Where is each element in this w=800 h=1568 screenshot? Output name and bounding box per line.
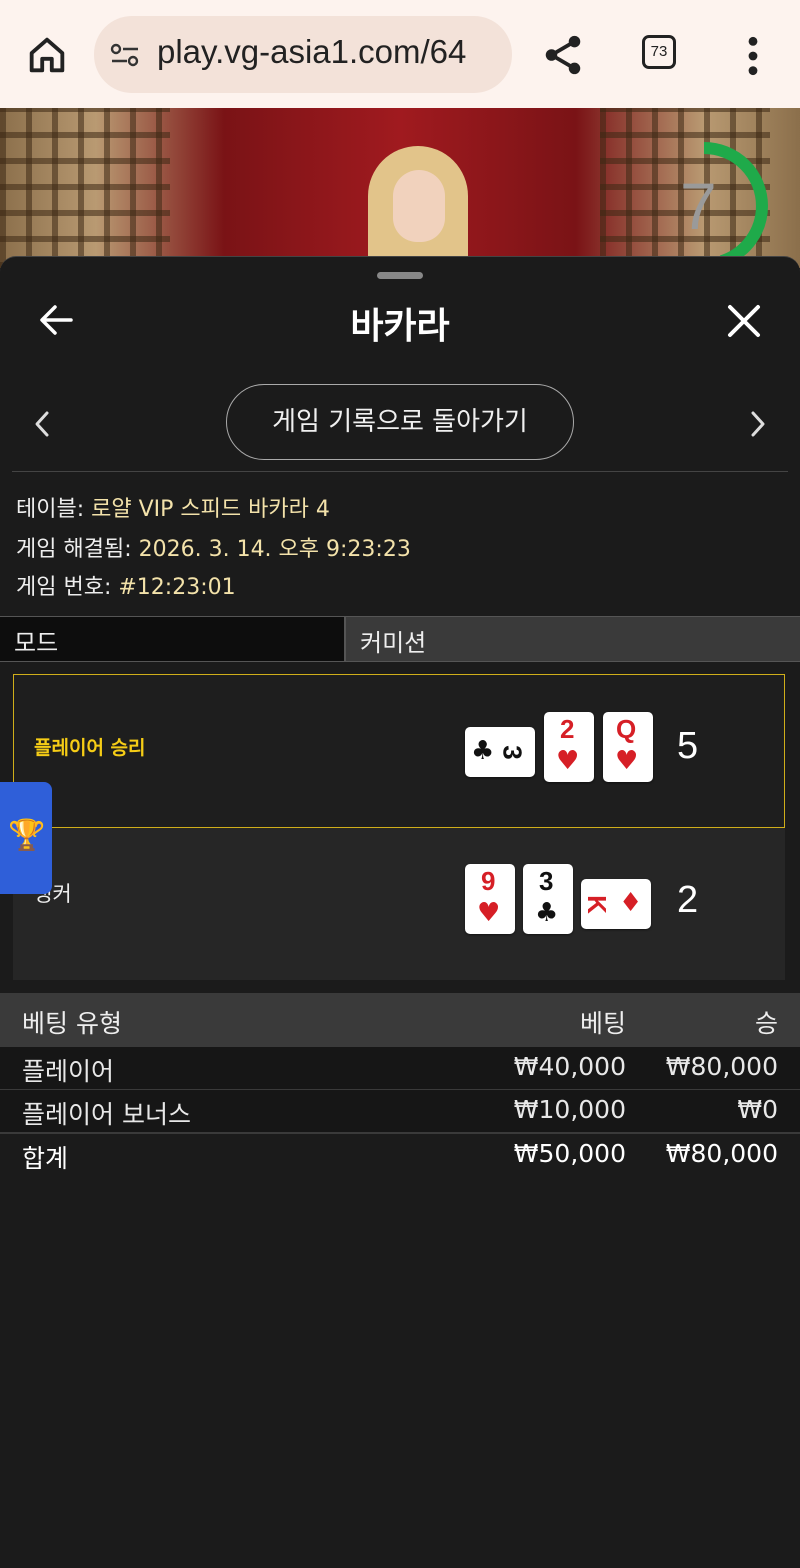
resolved-label: 게임 해결됨: <box>16 537 132 562</box>
drag-handle[interactable] <box>377 272 423 279</box>
game-number-info: 게임 번호: #12:23:01 <box>16 569 236 601</box>
return-to-history-button[interactable]: 게임 기록으로 돌아가기 <box>226 384 574 460</box>
total-win: ₩80,000 <box>665 1139 778 1168</box>
lattice-decoration-left <box>0 108 170 268</box>
player-win-label: 플레이어 승리 <box>34 737 146 759</box>
trophy-icon: 🏆 <box>8 818 46 853</box>
mode-value: 커미션 <box>360 629 427 657</box>
countdown-timer: 7 <box>680 169 717 243</box>
mode-label: 모드 <box>14 629 59 657</box>
player-card-2: 2 ♥ <box>544 712 594 782</box>
bets-table-header: 베팅 유형 베팅 승 <box>0 993 800 1047</box>
banker-card-3: K ♦ <box>581 879 651 929</box>
divider <box>12 471 788 472</box>
table-value: 로얄 VIP 스피드 바카라 4 <box>91 497 330 522</box>
resolved-info: 게임 해결됨: 2026. 3. 14. 오후 9:23:23 <box>16 531 411 563</box>
url-text: play.vg-asia1.com/64 <box>157 33 467 70</box>
game-number-value: #12:23:01 <box>118 575 236 600</box>
share-icon[interactable] <box>540 32 586 78</box>
game-history-sheet: 바카라 게임 기록으로 돌아가기 테이블: 로얄 VIP 스피드 바카라 4 게… <box>0 256 800 1568</box>
table-row: 플레이어 ₩40,000 ₩80,000 <box>0 1047 800 1091</box>
leaderboard-tab[interactable]: 🏆 <box>0 782 52 894</box>
player-card-1: ♣ 3 <box>465 727 535 777</box>
win-header: 승 <box>754 1009 778 1038</box>
resolved-value: 2026. 3. 14. 오후 9:23:23 <box>138 537 411 562</box>
mode-label-cell: 모드 <box>0 617 346 661</box>
next-game-chevron-icon[interactable] <box>748 409 768 439</box>
tab-switcher-button[interactable]: 73 <box>642 35 676 69</box>
table-row: 플레이어 보너스 ₩10,000 ₩0 <box>0 1090 800 1134</box>
game-number-label: 게임 번호: <box>16 575 112 600</box>
total-row: 합계 ₩50,000 ₩80,000 <box>0 1133 800 1177</box>
banker-score: 2 <box>677 879 699 921</box>
table-info: 테이블: 로얄 VIP 스피드 바카라 4 <box>16 491 330 523</box>
previous-game-chevron-icon[interactable] <box>32 409 52 439</box>
table-label: 테이블: <box>16 497 85 522</box>
banker-card-1: 9 ♥ <box>465 864 515 934</box>
close-icon[interactable] <box>726 303 762 339</box>
mode-row: 모드 커미션 <box>0 616 800 662</box>
total-label: 합계 <box>22 1144 69 1173</box>
dealer-face <box>393 170 445 242</box>
player-score: 5 <box>677 725 699 767</box>
sheet-title: 바카라 <box>350 306 450 347</box>
live-video-feed: 7 <box>0 108 800 268</box>
bet-header: 베팅 <box>579 1009 626 1038</box>
banker-card-2: 3 ♣ <box>523 864 573 934</box>
more-menu-icon[interactable] <box>738 34 768 78</box>
player-hand: 플레이어 승리 ♣ 3 2 ♥ Q ♥ 5 <box>13 674 785 828</box>
browser-toolbar: play.vg-asia1.com/64 73 <box>0 0 800 108</box>
site-settings-icon[interactable] <box>110 42 140 68</box>
address-bar[interactable]: play.vg-asia1.com/64 <box>94 16 512 93</box>
bet-type-header: 베팅 유형 <box>22 1009 122 1038</box>
total-bet: ₩50,000 <box>513 1139 626 1168</box>
home-icon[interactable] <box>24 32 70 78</box>
player-card-3: Q ♥ <box>603 712 653 782</box>
banker-hand: 뱅커 9 ♥ 3 ♣ K ♦ 2 <box>13 828 785 980</box>
mode-value-cell: 커미션 <box>346 617 800 661</box>
